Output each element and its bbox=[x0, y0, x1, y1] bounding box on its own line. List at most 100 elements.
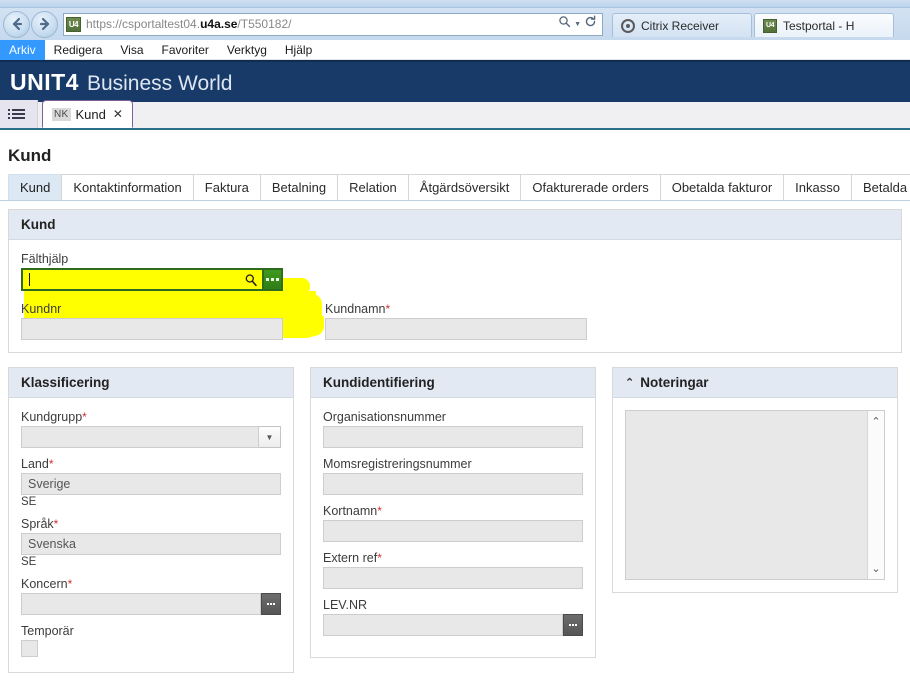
browser-tab-label: Testportal - H bbox=[783, 18, 855, 33]
menu-item-redigera[interactable]: Redigera bbox=[45, 40, 112, 60]
app-tab-kund[interactable]: NK Kund ✕ bbox=[42, 100, 133, 128]
temporar-checkbox[interactable] bbox=[21, 640, 38, 657]
brand-subtitle-text: Business World bbox=[86, 71, 233, 95]
address-bar-icons: ▼ bbox=[558, 15, 600, 33]
scroll-up-icon[interactable]: ⌃ bbox=[871, 415, 880, 428]
forward-button[interactable] bbox=[31, 10, 58, 38]
sprak-input[interactable]: Svenska bbox=[21, 533, 281, 555]
field-sprak: Språk* Svenska SE bbox=[21, 517, 281, 568]
kundgrupp-label: Kundgrupp* bbox=[21, 410, 87, 424]
tab-kund[interactable]: Kund bbox=[8, 174, 63, 200]
scroll-down-icon[interactable]: ⌄ bbox=[871, 562, 880, 575]
chevron-down-icon[interactable]: ▼ bbox=[259, 426, 281, 448]
kundnr-input[interactable] bbox=[21, 318, 283, 340]
field-kundgrupp: Kundgrupp* ▼ bbox=[21, 410, 281, 448]
search-icon[interactable] bbox=[558, 15, 571, 33]
extern-ref-input[interactable] bbox=[323, 567, 583, 589]
browser-tab-strip: Citrix Receiver U4 Testportal - H bbox=[612, 13, 896, 37]
falthjalp-search-wrap bbox=[21, 268, 283, 291]
refresh-icon[interactable] bbox=[584, 15, 597, 33]
koncern-browse-ellipsis-icon[interactable] bbox=[261, 593, 281, 615]
noteringar-scrollbar[interactable]: ⌃ ⌄ bbox=[867, 411, 884, 579]
koncern-input[interactable] bbox=[21, 593, 261, 615]
browser-tab-label: Citrix Receiver bbox=[641, 18, 720, 33]
menu-item-favoriter[interactable]: Favoriter bbox=[153, 40, 218, 60]
kundnr-label: Kundnr bbox=[21, 302, 62, 316]
page-content: Kund Kund Kontaktinformation Faktura Bet… bbox=[0, 130, 910, 681]
panel-kund-body: Fälthjälp Kundnr Kundnamn* bbox=[9, 240, 901, 352]
chevron-down-icon[interactable]: ▼ bbox=[574, 21, 581, 28]
kortnamn-input[interactable] bbox=[323, 520, 583, 542]
field-temporar: Temporär bbox=[21, 624, 281, 657]
field-land: Land* Sverige SE bbox=[21, 457, 281, 508]
browser-tab-testportal[interactable]: U4 Testportal - H bbox=[754, 13, 894, 37]
field-extern-ref: Extern ref* bbox=[323, 551, 583, 589]
menu-item-arkiv[interactable]: Arkiv bbox=[0, 39, 45, 60]
site-favicon-icon: U4 bbox=[66, 16, 81, 32]
chevron-up-icon[interactable]: ⌃ bbox=[625, 376, 634, 389]
land-input[interactable]: Sverige bbox=[21, 473, 281, 495]
back-button[interactable] bbox=[3, 10, 30, 38]
address-bar-url: https://csportaltest04.u4a.se/T550182/ bbox=[86, 17, 558, 31]
field-kortnamn: Kortnamn* bbox=[323, 504, 583, 542]
app-tabbar: NK Kund ✕ bbox=[0, 100, 910, 130]
u4-icon: U4 bbox=[763, 18, 777, 33]
organisationsnummer-label: Organisationsnummer bbox=[323, 410, 446, 424]
lev-nr-input[interactable] bbox=[323, 614, 563, 636]
panel-kundidentifiering-body: Organisationsnummer Momsregistreringsnum… bbox=[311, 398, 595, 657]
falthjalp-browse-button[interactable] bbox=[262, 268, 283, 291]
tab-faktura[interactable]: Faktura bbox=[192, 174, 261, 200]
tab-relation[interactable]: Relation bbox=[337, 174, 409, 200]
browser-tab-citrix-receiver[interactable]: Citrix Receiver bbox=[612, 13, 752, 37]
address-bar[interactable]: U4 https://csportaltest04.u4a.se/T550182… bbox=[63, 12, 603, 36]
panel-kund-header: Kund bbox=[9, 210, 901, 240]
menu-item-visa[interactable]: Visa bbox=[111, 40, 152, 60]
field-momsregistreringsnummer: Momsregistreringsnummer bbox=[323, 457, 583, 495]
tab-ofakturerade-orders[interactable]: Ofakturerade orders bbox=[520, 174, 661, 200]
menu-item-verktyg[interactable]: Verktyg bbox=[218, 40, 276, 60]
organisationsnummer-input[interactable] bbox=[323, 426, 583, 448]
kortnamn-label: Kortnamn* bbox=[323, 504, 382, 518]
url-path: /T550182/ bbox=[237, 17, 292, 31]
tab-kontaktinformation[interactable]: Kontaktinformation bbox=[61, 174, 194, 200]
url-domain: u4a.se bbox=[200, 17, 238, 31]
magnifier-icon[interactable] bbox=[244, 273, 258, 287]
form-tabs: Kund Kontaktinformation Faktura Betalnin… bbox=[0, 174, 910, 201]
panel-kund: Kund Fälthjälp Kundnr Kundnamn* bbox=[8, 209, 902, 353]
panel-kundidentifiering-header: Kundidentifiering bbox=[311, 368, 595, 398]
panel-klassificering-body: Kundgrupp* ▼ Land* Sverige SE Språk* Sve… bbox=[9, 398, 293, 672]
close-icon[interactable]: ✕ bbox=[113, 107, 123, 121]
sprak-label: Språk* bbox=[21, 517, 59, 531]
lev-nr-label: LEV.NR bbox=[323, 598, 368, 612]
kundgrupp-select[interactable] bbox=[21, 426, 259, 448]
form-body: Kund Fälthjälp Kundnr Kundnamn* Klassifi… bbox=[0, 201, 910, 681]
momsregistreringsnummer-label: Momsregistreringsnummer bbox=[323, 457, 472, 471]
panel-kund-title: Kund bbox=[21, 217, 56, 232]
field-kundnamn: Kundnamn* bbox=[325, 302, 587, 340]
menu-item-hjalp[interactable]: Hjälp bbox=[276, 40, 321, 60]
app-menu-grid-icon[interactable] bbox=[0, 100, 38, 128]
kundnamn-input[interactable] bbox=[325, 318, 587, 340]
sprak-code: SE bbox=[21, 556, 37, 568]
required-marker: * bbox=[48, 457, 54, 471]
lev-nr-browse-ellipsis-icon[interactable] bbox=[563, 614, 583, 636]
tab-atgardsoversikt[interactable]: Åtgärdsöversikt bbox=[407, 174, 522, 200]
browser-menubar: Arkiv Redigera Visa Favoriter Verktyg Hj… bbox=[0, 39, 910, 60]
falthjalp-search-input[interactable] bbox=[21, 268, 262, 291]
panel-kundidentifiering-title: Kundidentifiering bbox=[323, 375, 435, 390]
tab-inkasso[interactable]: Inkasso bbox=[783, 174, 852, 200]
required-marker: * bbox=[67, 577, 73, 591]
tab-obetalda-fakturor[interactable]: Obetalda fakturor bbox=[659, 174, 785, 200]
kundgrupp-select-wrap: ▼ bbox=[21, 426, 281, 448]
ellipsis-dots bbox=[267, 603, 275, 605]
panel-klassificering-title: Klassificering bbox=[21, 375, 110, 390]
tab-betalning[interactable]: Betalning bbox=[259, 174, 339, 200]
panels-row: Klassificering Kundgrupp* ▼ Land* Sverig… bbox=[8, 367, 902, 673]
app-tab-label: Kund bbox=[75, 106, 106, 122]
tab-betalda[interactable]: Betalda bbox=[850, 174, 910, 200]
momsregistreringsnummer-input[interactable] bbox=[323, 473, 583, 495]
noteringar-textarea[interactable] bbox=[626, 411, 867, 579]
extern-ref-label: Extern ref* bbox=[323, 551, 382, 565]
land-label: Land* bbox=[21, 457, 54, 471]
panel-kundidentifiering: Kundidentifiering Organisationsnummer Mo… bbox=[310, 367, 596, 658]
